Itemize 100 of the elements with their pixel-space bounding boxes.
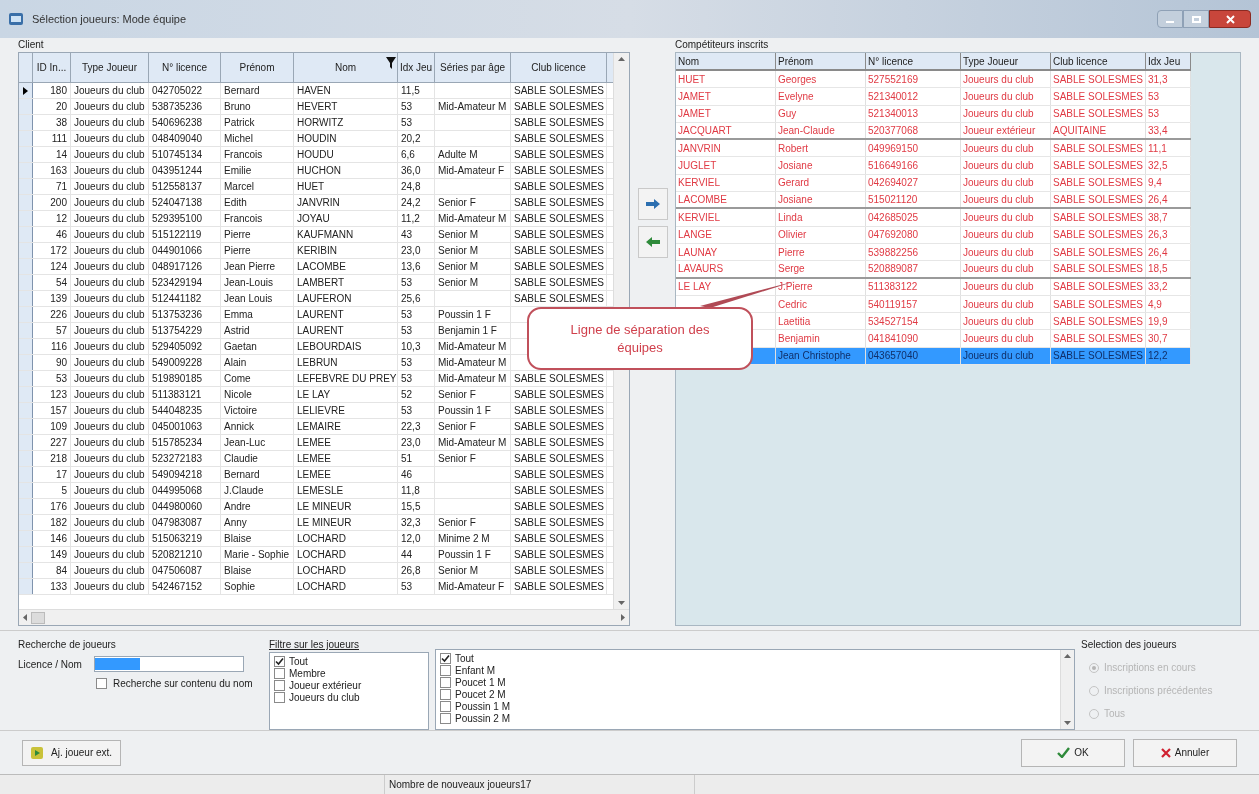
table-cell-text: LEMAIRE <box>297 420 341 434</box>
checkbox-label: Joueur extérieur <box>289 678 362 693</box>
table-cell-text: Joueurs du club <box>74 532 145 546</box>
table-cell-text: Joueurs du club <box>74 260 145 274</box>
table-cell-text: Francois <box>224 212 263 226</box>
table-cell-text: Jean Christophe <box>778 349 851 364</box>
table-cell-text: 047983087 <box>152 516 203 530</box>
table-cell-text: 043657040 <box>868 349 919 364</box>
table-cell-text: Senior F <box>438 516 476 530</box>
table-cell-text: Joueurs du club <box>74 308 145 322</box>
table-cell-text: 33,2 <box>1148 280 1168 295</box>
table-cell-text: Linda <box>778 211 803 225</box>
table-cell-text: 539882256 <box>868 245 919 260</box>
table-cell-text: Guy <box>778 107 797 122</box>
table-cell-text: 11,2 <box>401 212 420 226</box>
table-cell-text: 043951244 <box>152 164 203 178</box>
table-cell-text: 513753236 <box>152 308 203 322</box>
table-cell-text: 53 <box>401 308 413 322</box>
table-cell-text: 53 <box>401 580 413 594</box>
table-cell-text: Claudie <box>224 452 258 466</box>
table-cell-text: 544048235 <box>152 404 203 418</box>
table-cell-text: Mid-Amateur M <box>438 356 507 370</box>
table-cell-text: 10,3 <box>401 340 421 354</box>
table-cell-text: SABLE SOLESMES <box>514 148 605 162</box>
table-cell-text: 047506087 <box>152 564 203 578</box>
table-cell-text: Blaise <box>224 532 252 546</box>
table-cell-text: Joueurs du club <box>963 211 1034 225</box>
table-cell-text: Mid-Amateur M <box>438 212 507 226</box>
table-cell-text: 23,0 <box>401 244 421 258</box>
table-cell-text: 53 <box>401 404 413 418</box>
table-cell-text: Mid-Amateur F <box>438 164 505 178</box>
table-cell-text: Joueurs du club <box>963 176 1034 191</box>
table-cell-text: LE LAY <box>297 388 331 402</box>
table-cell-text: Laetitia <box>778 314 811 329</box>
table-cell-text: SABLE SOLESMES <box>514 564 605 578</box>
table-cell-text: Poussin 1 F <box>438 548 491 562</box>
table-cell-text: 520821210 <box>152 548 203 562</box>
table-cell-text: 520377068 <box>868 124 919 139</box>
table-cell-text: Joueurs du club <box>74 148 145 162</box>
table-cell-text: LEMEE <box>297 452 331 466</box>
table-cell-text: 044901066 <box>152 244 203 258</box>
table-cell-text: SABLE SOLESMES <box>1053 314 1144 329</box>
table-cell-text: LACOMBE <box>297 260 346 274</box>
table-cell-text: HEVERT <box>297 100 338 114</box>
table-cell-text: 53 <box>1148 89 1160 104</box>
table-cell-text: SABLE SOLESMES <box>514 164 605 178</box>
table-cell-text: 32,5 <box>1148 159 1168 174</box>
field-label: Licence / Nom <box>18 657 82 672</box>
table-cell-text: LANGE <box>678 228 712 243</box>
table-cell-text: 523272183 <box>152 452 203 466</box>
table-cell-text: LAURENT <box>297 308 344 322</box>
table-cell-text: Senior M <box>438 228 478 242</box>
table-cell-text: Astrid <box>224 324 250 338</box>
table-cell-text: SABLE SOLESMES <box>514 468 605 482</box>
table-cell-text: Joueurs du club <box>74 468 145 482</box>
table-cell-text: 14 <box>55 148 67 162</box>
table-cell-text: Joueurs du club <box>963 262 1034 277</box>
table-cell-text: Patrick <box>224 116 255 130</box>
table-cell-text: 163 <box>50 164 67 178</box>
table-cell-text: SABLE SOLESMES <box>514 132 605 146</box>
table-cell-text: Joueurs du club <box>963 280 1034 295</box>
group-title: Filtre sur les joueurs <box>269 638 361 652</box>
table-cell-text: SABLE SOLESMES <box>514 372 605 386</box>
table-cell-text: LE MINEUR <box>297 500 352 514</box>
table-cell-text: 529405092 <box>152 340 203 354</box>
table-cell-text: 6,6 <box>401 148 415 162</box>
table-cell-text: Mid-Amateur M <box>438 100 507 114</box>
table-cell-text: Joueurs du club <box>74 180 145 194</box>
table-cell-text: SABLE SOLESMES <box>1053 280 1144 295</box>
table-cell-text: LE MINEUR <box>297 516 352 530</box>
table-cell-text: JANVRIN <box>297 196 340 210</box>
table-cell-text: LOCHARD <box>297 548 346 562</box>
table-cell-text: SABLE SOLESMES <box>514 404 605 418</box>
radio-label: Inscriptions précédentes <box>1104 684 1213 698</box>
checkbox-label: Tout <box>289 654 308 669</box>
table-cell-text: Joueurs du club <box>74 548 145 562</box>
table-cell-text: SABLE SOLESMES <box>514 484 605 498</box>
table-cell-text: SABLE SOLESMES <box>514 116 605 130</box>
checkbox-label: Tout <box>455 651 474 666</box>
table-cell-text: SABLE SOLESMES <box>514 276 605 290</box>
table-cell-text: Joueurs du club <box>74 404 145 418</box>
table-cell-text: 534527154 <box>868 314 919 329</box>
table-cell-text: 53 <box>401 356 413 370</box>
table-cell-text: Andre <box>224 500 251 514</box>
table-cell-text: AQUITAINE <box>1053 124 1107 139</box>
table-cell-text: Joueurs du club <box>74 484 145 498</box>
table-cell-text: Michel <box>224 132 253 146</box>
table-cell-text: Joueurs du club <box>963 332 1034 347</box>
table-cell-text: LAURENT <box>297 324 344 338</box>
table-cell-text: 226 <box>50 308 67 322</box>
table-cell-text: 31,3 <box>1148 72 1168 87</box>
table-cell-text: Poussin 1 F <box>438 404 491 418</box>
table-cell-text: 53 <box>401 100 413 114</box>
table-cell-text: 19,9 <box>1148 314 1168 329</box>
table-cell-text: 24,8 <box>401 180 421 194</box>
table-cell-text: Bernard <box>224 468 260 482</box>
table-cell-text: LOCHARD <box>297 564 346 578</box>
table-cell-text: HAVEN <box>297 84 331 98</box>
table-cell-text: Joueurs du club <box>74 276 145 290</box>
table-cell-text: 519890185 <box>152 372 203 386</box>
